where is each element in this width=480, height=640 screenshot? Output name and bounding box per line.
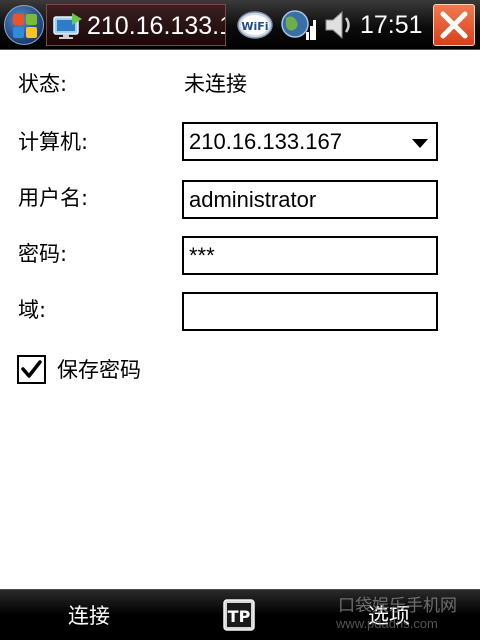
domain-input[interactable] bbox=[182, 292, 438, 331]
volume-icon[interactable] bbox=[320, 8, 356, 42]
clock[interactable]: 17:51 bbox=[360, 10, 423, 40]
status-label: 状态: bbox=[18, 72, 68, 96]
password-label: 密码: bbox=[18, 242, 68, 266]
title-bar: 210.16.133.167 - Remote Desktop Mobile W… bbox=[0, 0, 480, 50]
active-app-tab[interactable]: 210.16.133.167 - Remote Desktop Mobile bbox=[46, 4, 226, 46]
username-input[interactable]: administrator bbox=[182, 180, 438, 219]
watermark-url: www.pdadns.com bbox=[336, 616, 438, 631]
username-label: 用户名: bbox=[18, 186, 89, 210]
window-title: 210.16.133.167 - Remote Desktop Mobile bbox=[87, 12, 225, 40]
save-password-label[interactable]: 保存密码 bbox=[57, 356, 141, 384]
computer-dropdown[interactable]: 210.16.133.167 bbox=[182, 122, 438, 161]
close-button[interactable] bbox=[433, 4, 475, 46]
close-icon bbox=[440, 11, 468, 39]
computer-value: 210.16.133.167 bbox=[189, 129, 342, 154]
keyboard-icon: TP bbox=[223, 599, 255, 631]
remote-desktop-icon bbox=[53, 13, 82, 39]
connect-softkey[interactable]: 连接 bbox=[68, 602, 110, 630]
status-value: 未连接 bbox=[184, 72, 247, 96]
sip-label: TP bbox=[228, 607, 251, 626]
checkmark-icon bbox=[21, 360, 42, 378]
password-input[interactable]: *** bbox=[182, 236, 438, 275]
password-value: *** bbox=[189, 243, 215, 268]
username-value: administrator bbox=[189, 187, 317, 212]
wifi-icon[interactable]: WiFi bbox=[236, 9, 274, 41]
signal-icon[interactable] bbox=[280, 6, 316, 44]
computer-label: 计算机: bbox=[18, 130, 89, 154]
watermark-text: 口袋娱乐手机网 bbox=[338, 596, 457, 615]
domain-label: 域: bbox=[18, 298, 47, 322]
save-password-checkbox[interactable] bbox=[17, 355, 46, 384]
input-panel-button[interactable]: TP bbox=[223, 599, 255, 631]
chevron-down-icon[interactable] bbox=[412, 139, 428, 148]
svg-text:WiFi: WiFi bbox=[241, 20, 268, 33]
start-button[interactable] bbox=[4, 5, 44, 45]
